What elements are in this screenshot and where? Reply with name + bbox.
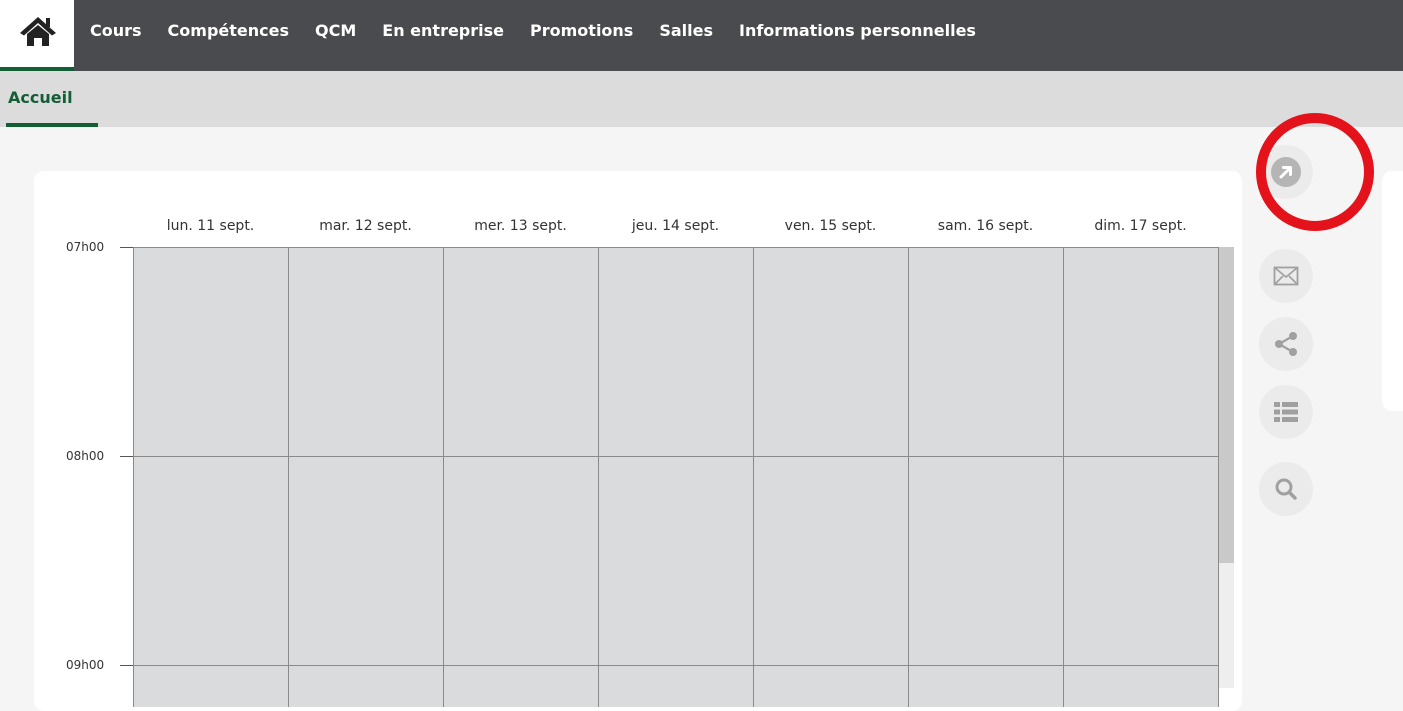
nav-en-entreprise[interactable]: En entreprise xyxy=(382,21,504,40)
list-view-button[interactable] xyxy=(1259,385,1313,439)
hour-tick xyxy=(120,456,133,457)
grid-day-divider xyxy=(288,247,289,707)
sub-navigation: Accueil xyxy=(0,71,1403,127)
calendar-scrollbar-thumb[interactable] xyxy=(1219,247,1234,563)
nav-salles[interactable]: Salles xyxy=(659,21,713,40)
search-button[interactable] xyxy=(1259,462,1313,516)
day-header-friday: ven. 15 sept. xyxy=(784,218,877,234)
day-header-sunday: dim. 17 sept. xyxy=(1094,218,1187,234)
nav-competences[interactable]: Compétences xyxy=(168,21,289,40)
nav-qcm[interactable]: QCM xyxy=(315,21,356,40)
grid-day-divider xyxy=(908,247,909,707)
day-header-monday: lun. 11 sept. xyxy=(166,218,255,234)
hour-label-08h00: 08h00 xyxy=(66,449,105,463)
day-header-tuesday: mar. 12 sept. xyxy=(319,218,412,234)
grid-day-divider xyxy=(1063,247,1064,707)
nav-informations-personnelles[interactable]: Informations personnelles xyxy=(739,21,976,40)
hour-tick xyxy=(120,665,133,666)
mail-icon xyxy=(1273,266,1299,286)
side-panel-card xyxy=(1382,171,1403,411)
nav-cours[interactable]: Cours xyxy=(90,21,142,40)
nav-promotions[interactable]: Promotions xyxy=(530,21,633,40)
search-icon xyxy=(1275,478,1297,500)
email-button[interactable] xyxy=(1259,249,1313,303)
hour-tick xyxy=(120,247,133,248)
week-grid[interactable] xyxy=(133,247,1219,707)
day-header-thursday: jeu. 14 sept. xyxy=(631,218,720,234)
top-navigation: Cours Compétences QCM En entreprise Prom… xyxy=(0,0,1403,71)
hour-label-09h00: 09h00 xyxy=(66,658,105,672)
grid-hour-line xyxy=(133,247,1219,248)
list-icon xyxy=(1274,402,1298,422)
grid-day-divider xyxy=(753,247,754,707)
tab-accueil[interactable]: Accueil xyxy=(6,71,98,127)
home-icon xyxy=(20,17,56,46)
grid-day-divider xyxy=(443,247,444,707)
home-tab[interactable] xyxy=(0,0,74,71)
hour-label-07h00: 07h00 xyxy=(66,240,105,254)
share-icon xyxy=(1275,332,1297,356)
day-header-wednesday: mer. 13 sept. xyxy=(474,218,567,234)
grid-hour-line xyxy=(133,456,1219,457)
day-header-saturday: sam. 16 sept. xyxy=(937,218,1034,234)
main-menu: Cours Compétences QCM En entreprise Prom… xyxy=(90,0,976,60)
grid-hour-line xyxy=(133,665,1219,666)
highlight-circle xyxy=(1256,113,1374,231)
share-button[interactable] xyxy=(1259,317,1313,371)
grid-day-divider xyxy=(598,247,599,707)
